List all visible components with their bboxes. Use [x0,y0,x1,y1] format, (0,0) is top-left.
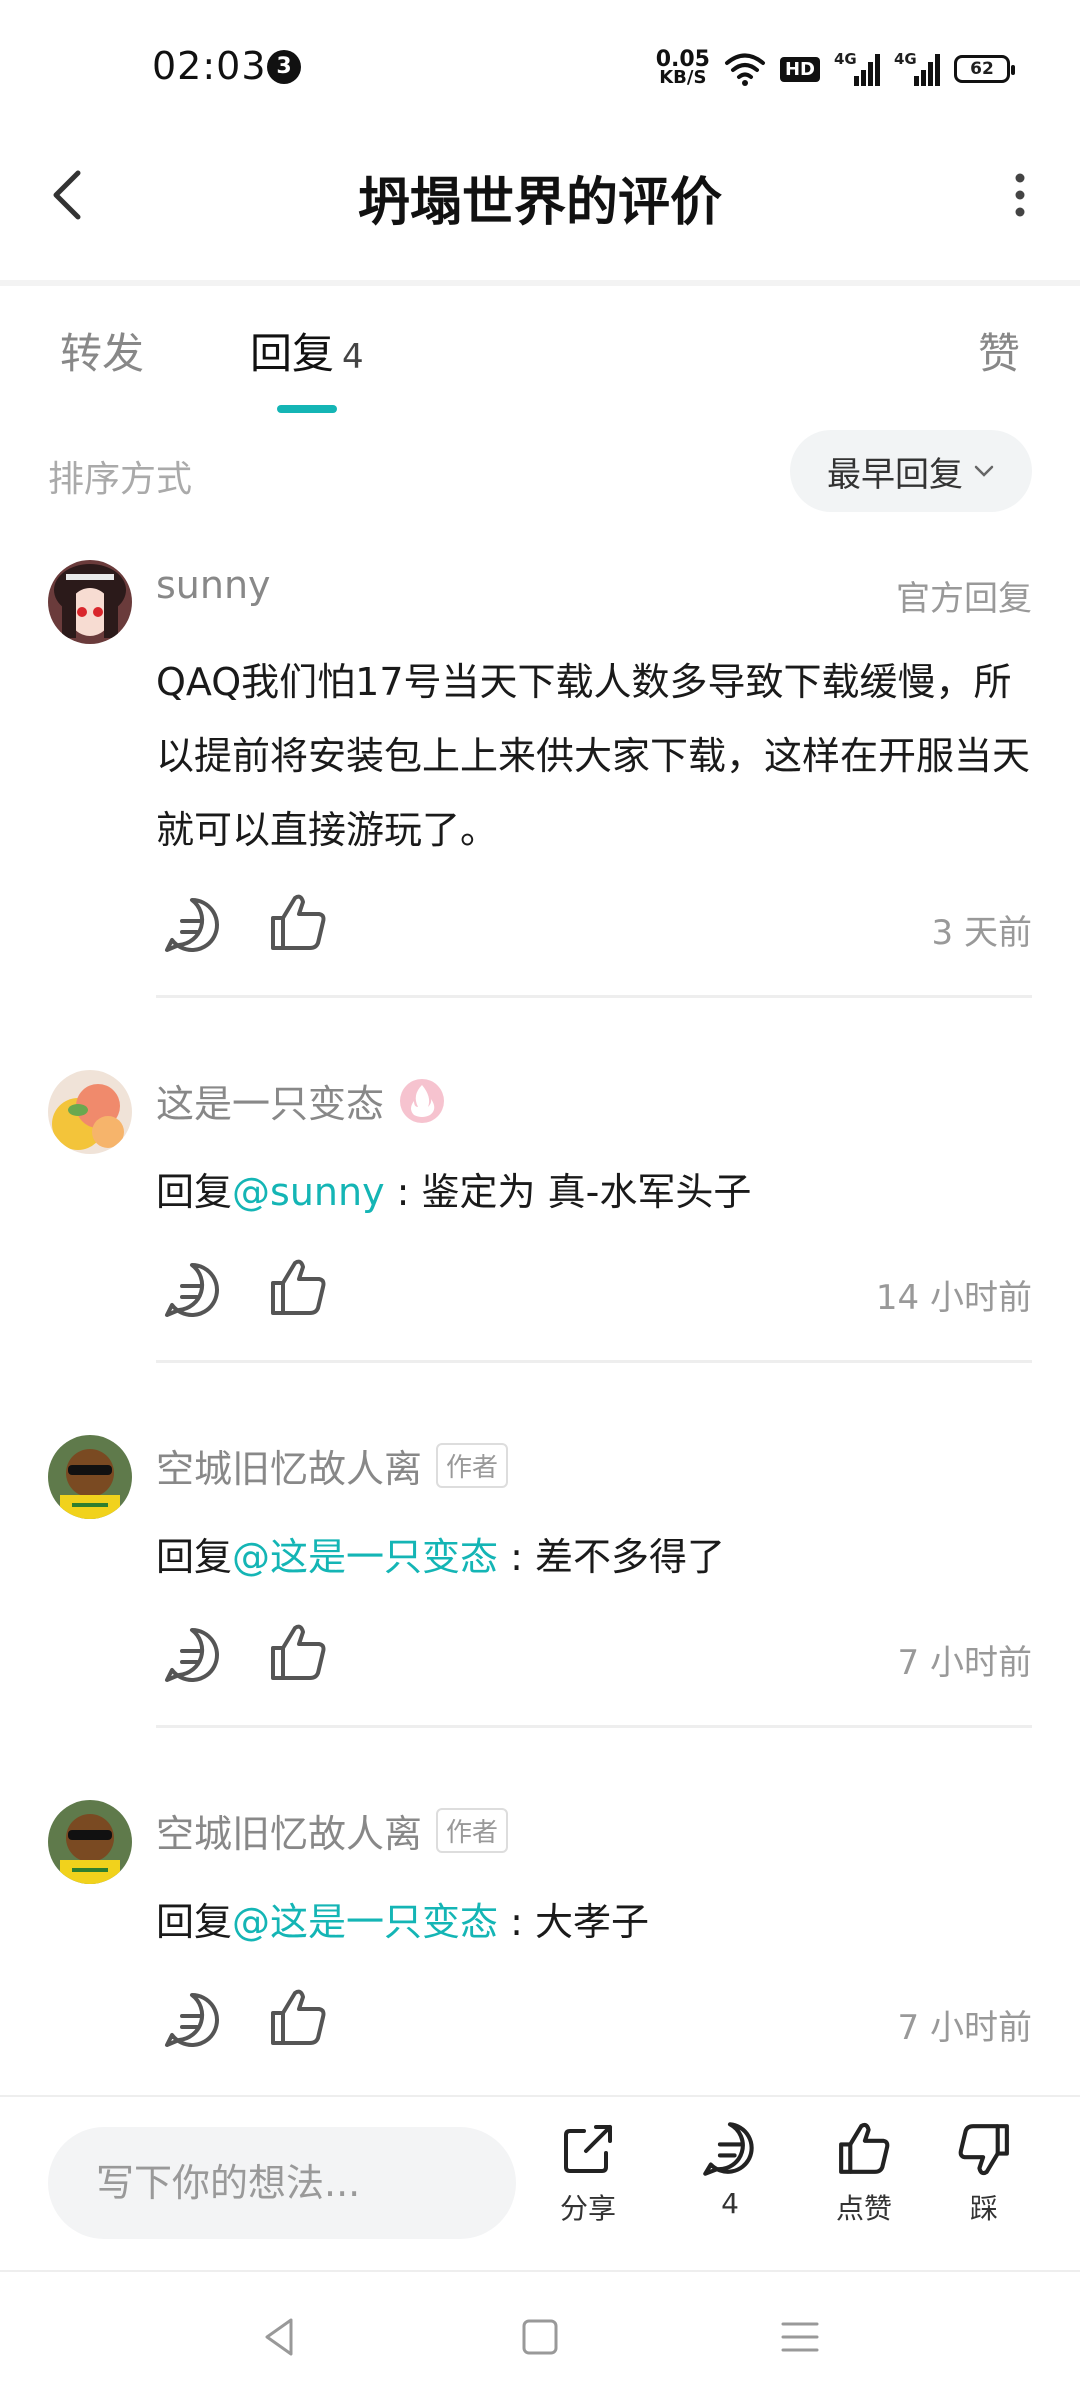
bottom-action-bar: 写下你的想法... 分享 4 点赞 踩 [0,2095,1080,2270]
anime-avatar-icon [48,560,132,644]
comment-time: 7 小时前 [897,2008,1032,2048]
comment-input[interactable]: 写下你的想法... [48,2127,516,2239]
comment-body: : 鉴定为 真-水军头子 [384,1170,752,1214]
status-bar: 02:03 3 0.05 KB/S HD 4G 4G 62 [0,0,1080,130]
status-time: 02:03 [152,44,267,88]
tab-repost-label: 转发 [60,329,145,378]
avatar[interactable] [48,1070,132,1154]
thumbs-down-icon [958,2124,1009,2176]
tab-repost[interactable]: 转发 [60,320,144,381]
comment-text: 回复@这是一只变态 : 差不多得了 [156,1520,1036,1594]
share-icon [564,2125,612,2173]
like-icon[interactable] [263,1253,333,1323]
chevron-down-icon [974,465,994,477]
reply-icon[interactable] [157,1620,227,1690]
author-tag: 作者 [436,1443,509,1488]
official-reply-badge: 官方回复 [896,579,1032,619]
mention-link[interactable]: @sunny [232,1170,385,1214]
reply-icon[interactable] [157,890,227,960]
fire-badge-icon [400,1078,445,1123]
comment-body: : 大孝子 [498,1900,649,1944]
thumbs-up-icon [839,2122,890,2174]
comment-text: 回复@sunny : 鉴定为 真-水军头子 [156,1155,1036,1229]
commenter-name[interactable]: 这是一只变态 [156,1073,446,1128]
like-icon[interactable] [263,888,333,958]
notification-count-badge: 3 [267,50,301,84]
reply-icon[interactable] [157,1255,227,1325]
commenter-name-text: 这是一只变态 [156,1082,385,1126]
sort-label: 排序方式 [48,459,193,500]
avatar[interactable] [48,1800,132,1884]
header-divider [0,280,1080,286]
dislike-label: 踩 [969,2192,998,2225]
macaron-avatar-icon [48,1070,132,1154]
commenter-name-text: sunny [156,563,271,607]
tab-replies-label: 回复 [250,329,335,378]
signal-2-label: 4G [894,50,917,68]
comment-text: QAQ我们怕17号当天下载人数多导致下载缓慢，所以提前将安装包上上来供大家下载，… [156,660,1031,852]
avatar[interactable] [48,560,132,644]
tab-likes-label: 赞 [977,329,1020,378]
commenter-name[interactable]: 空城旧忆故人离 作者 [156,1438,509,1493]
like-post-button[interactable]: 点赞 [814,2117,914,2227]
tab-replies[interactable]: 回复 4 [250,320,364,381]
share-button[interactable]: 分享 [538,2117,638,2227]
reply-prefix: 回复 [156,1170,233,1214]
avatar[interactable] [48,1435,132,1519]
system-nav-bar [0,2270,1080,2400]
signal-1-icon: 4G [834,50,880,86]
comment-divider [156,1725,1032,1728]
signal-2-icon: 4G [894,50,940,86]
mention-link[interactable]: @这是一只变态 [232,1900,498,1944]
status-icons: 0.05 KB/S HD 4G 4G 62 [656,44,1015,94]
battery-icon: 62 [954,55,1015,83]
nav-home-icon[interactable] [515,2312,565,2362]
comment-bubble-icon [703,2122,754,2176]
tab-bar: 转发 回复 4 赞 [0,290,1080,420]
comments-button[interactable]: 4 [680,2117,780,2220]
comments-count: 4 [721,2187,739,2220]
more-options-icon[interactable] [990,160,1050,230]
commenter-name-text: 空城旧忆故人离 [156,1447,423,1491]
sort-dropdown-value: 最早回复 [827,454,963,495]
commenter-name[interactable]: sunny [156,563,271,607]
nav-menu-icon[interactable] [775,2312,825,2362]
comment-divider [156,1360,1032,1363]
tab-likes[interactable]: 赞 [978,320,1020,381]
like-label: 点赞 [835,2192,892,2225]
page-title: 坍塌世界的评价 [357,173,722,233]
reply-prefix: 回复 [156,1900,233,1944]
like-icon[interactable] [263,1983,333,2053]
nav-back-icon[interactable] [255,2312,305,2362]
signal-1-label: 4G [834,50,857,68]
sunglasses-avatar-icon [48,1800,132,1884]
app-header: 坍塌世界的评价 [0,130,1080,280]
comment-body: : 差不多得了 [498,1535,725,1579]
reply-icon[interactable] [157,1985,227,2055]
author-tag: 作者 [436,1808,509,1853]
network-speed: 0.05 KB/S [656,49,710,88]
commenter-name[interactable]: 空城旧忆故人离 作者 [156,1803,509,1858]
comment-time: 7 小时前 [897,1643,1032,1683]
mention-link[interactable]: @这是一只变态 [232,1535,498,1579]
comment-divider [156,995,1032,998]
wifi-icon [724,53,765,86]
reply-prefix: 回复 [156,1535,233,1579]
comment-text: 回复@这是一只变态 : 大孝子 [156,1885,1036,1959]
network-speed-unit: KB/S [659,67,707,88]
hd-voice-icon: HD [779,56,820,82]
tab-replies-count: 4 [342,337,364,377]
comment-time: 3 天前 [931,913,1032,953]
dislike-button[interactable]: 踩 [934,2117,1034,2227]
sort-dropdown[interactable]: 最早回复 [790,430,1032,512]
commenter-name-text: 空城旧忆故人离 [156,1812,423,1856]
sunglasses-avatar-icon [48,1435,132,1519]
comment-time: 14 小时前 [875,1278,1032,1318]
share-label: 分享 [559,2192,616,2225]
like-icon[interactable] [263,1618,333,1688]
tab-active-indicator [277,405,337,413]
